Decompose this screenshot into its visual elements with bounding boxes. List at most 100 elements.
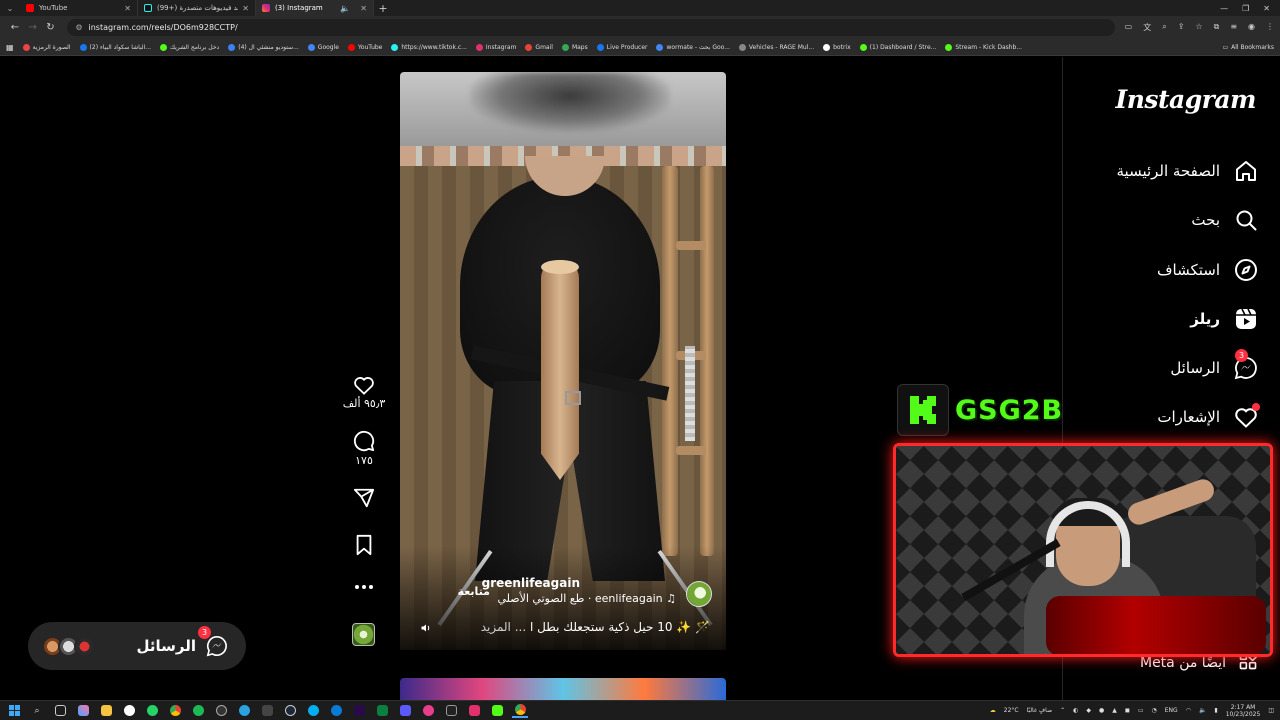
author-username[interactable]: greenlifeagain [482, 576, 580, 590]
back-icon[interactable]: ← [6, 22, 24, 33]
author-avatar[interactable] [686, 581, 712, 607]
instagram-logo[interactable]: Instagram [1116, 85, 1257, 114]
star-icon[interactable]: ☆ [1195, 22, 1202, 33]
all-bookmarks[interactable]: ▭ All Bookmarks [1222, 44, 1274, 51]
share-button[interactable] [335, 487, 393, 509]
weather-temp[interactable]: 22°C [1004, 707, 1019, 714]
mute-toggle-icon[interactable] [420, 622, 432, 637]
bookmark[interactable]: https://www.tiktok.c... [391, 43, 467, 51]
comment-button[interactable]: ١٧٥ [335, 430, 393, 467]
profile-icon[interactable]: ◉ [1248, 22, 1255, 33]
search-icon[interactable]: ⌕ [29, 704, 45, 718]
bookmark[interactable]: wormate - بحث Goo... [656, 43, 730, 51]
site-info-icon[interactable]: ⚙ [75, 23, 82, 32]
forward-icon[interactable]: → [24, 22, 42, 33]
bookmark[interactable]: Google [307, 43, 339, 51]
bookmark[interactable]: (2) الباشا سكواد البياء... [79, 43, 151, 51]
steam-icon[interactable] [282, 704, 298, 718]
sidebar-item-explore[interactable]: استكشاف [1157, 255, 1258, 285]
tab-tiktok[interactable]: (99+) شاهد فيديوهات متصدرة | ✕ [138, 0, 256, 16]
chevron-up-icon[interactable]: ⌃ [1060, 707, 1065, 714]
next-reel[interactable] [400, 678, 726, 700]
app-icon[interactable] [259, 704, 275, 718]
zoom-icon[interactable]: ⌕ [1162, 22, 1166, 33]
bookmark[interactable]: Maps [561, 43, 588, 51]
sidebar-item-notifications[interactable]: الإشعارات [1157, 402, 1260, 432]
sidebar-item-search[interactable]: بحث [1191, 205, 1258, 235]
address-bar[interactable]: ⚙ instagram.com/reels/DO6m928CCTP/ [67, 19, 1115, 36]
minimize-icon[interactable]: — [1220, 4, 1228, 13]
messages-drawer[interactable]: الرسائل 3 [28, 622, 246, 670]
battery-icon[interactable]: ▭ [1138, 707, 1144, 714]
audio-thumbnail[interactable] [352, 623, 375, 646]
windows-start-icon[interactable] [6, 704, 22, 718]
app-icon[interactable] [121, 704, 137, 718]
close-window-icon[interactable]: ✕ [1263, 4, 1270, 13]
kick-icon[interactable] [489, 704, 505, 718]
sidebar-item-messages[interactable]: 3 الرسائل [1170, 349, 1258, 383]
widgets-icon[interactable] [75, 704, 91, 718]
tray-app-icon[interactable]: ● [1099, 707, 1104, 714]
app-icon[interactable] [213, 704, 229, 718]
network-icon[interactable]: ◔ [1152, 707, 1157, 714]
tray-app-icon[interactable]: ◐ [1073, 707, 1078, 714]
close-icon[interactable]: ✕ [124, 4, 131, 13]
translate-icon[interactable]: 文 [1143, 22, 1151, 33]
tab-search-button[interactable]: ⌄ [0, 4, 20, 13]
bookmark[interactable]: Stream - Kick Dashb... [945, 43, 1022, 51]
close-icon[interactable]: ✕ [242, 4, 249, 13]
like-button[interactable]: ٩٥٫٣ ألف [335, 375, 393, 410]
skype-icon[interactable] [305, 704, 321, 718]
reload-icon[interactable]: ↻ [42, 22, 60, 33]
bookmark[interactable]: (1) Dashboard / Stre... [859, 43, 936, 51]
more-options-button[interactable] [335, 584, 393, 590]
telegram-icon[interactable] [236, 704, 252, 718]
chrome-icon[interactable] [167, 704, 183, 718]
sidebar-item-reels[interactable]: ريلز [1190, 304, 1258, 334]
tab-instagram[interactable]: (3) Instagram 🔈 ✕ [256, 0, 374, 16]
clock[interactable]: 2:17 AM 10/23/2025 [1226, 704, 1261, 718]
audio-label[interactable]: ♫ eenlifeagain · طع الصوتي الأصلي [497, 592, 676, 605]
tray-app-icon[interactable]: ▲ [1112, 707, 1117, 714]
spotify-icon[interactable] [190, 704, 206, 718]
battery-status-icon[interactable]: ▮ [1214, 707, 1217, 714]
extensions-icon[interactable]: ⧉ [1214, 22, 1220, 33]
new-tab-button[interactable]: + [374, 2, 392, 15]
bookmark[interactable]: دخل برنامج الشريك [160, 43, 219, 51]
tab-youtube[interactable]: YouTube ✕ [20, 0, 138, 16]
tray-app-icon[interactable]: ◼ [1125, 707, 1130, 714]
edge-icon[interactable] [328, 704, 344, 718]
bookmark[interactable]: الصورة الرمزية [22, 43, 71, 51]
restore-icon[interactable]: ❐ [1242, 4, 1249, 13]
app-icon[interactable] [420, 704, 436, 718]
caption-more-link[interactable]: ... المزيد [481, 620, 526, 634]
file-explorer-icon[interactable] [98, 704, 114, 718]
previous-reel[interactable] [400, 72, 726, 146]
bookmark[interactable]: Instagram [475, 43, 516, 51]
tray-app-icon[interactable]: ◆ [1086, 707, 1091, 714]
chrome-active-icon[interactable] [512, 704, 528, 718]
app-icon[interactable] [374, 704, 390, 718]
sidebar-item-home[interactable]: الصفحة الرئيسية [1117, 156, 1259, 186]
language-indicator[interactable]: ENG [1165, 707, 1178, 714]
bookmark[interactable]: Vehicles - RAGE Mul... [738, 43, 814, 51]
notification-icon[interactable]: ◫ [1268, 707, 1274, 714]
share-icon[interactable]: ⇪ [1178, 22, 1185, 33]
close-icon[interactable]: ✕ [360, 4, 367, 13]
kebab-menu-icon[interactable]: ⋮ [1266, 22, 1274, 33]
save-button[interactable] [335, 534, 393, 556]
cast-icon[interactable]: ▭ [1125, 22, 1133, 33]
bookmark[interactable]: YouTube [347, 43, 382, 51]
follow-button[interactable]: متابعة [458, 585, 490, 598]
premiere-icon[interactable] [351, 704, 367, 718]
menu-list-icon[interactable]: ≡ [1230, 22, 1237, 33]
bookmark[interactable]: Live Producer [596, 43, 647, 51]
task-view-icon[interactable] [52, 704, 68, 718]
app-icon[interactable] [397, 704, 413, 718]
app-icon[interactable] [466, 704, 482, 718]
app-icon[interactable] [443, 704, 459, 718]
whatsapp-icon[interactable] [144, 704, 160, 718]
volume-icon[interactable]: 🔈 [1199, 707, 1206, 714]
apps-icon[interactable]: ▦ [6, 43, 14, 52]
bookmark[interactable]: (4) ستوديو منشئي ال... [228, 43, 299, 51]
